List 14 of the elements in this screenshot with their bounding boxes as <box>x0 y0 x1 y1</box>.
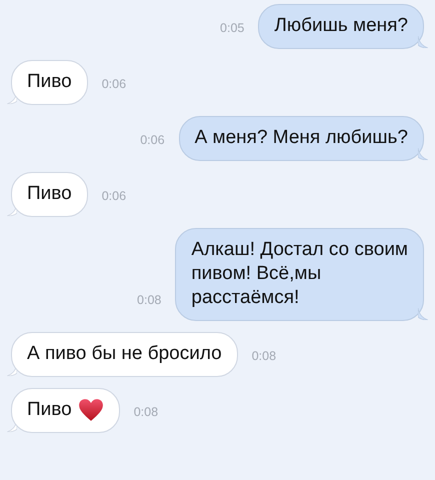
message-time: 0:05 <box>220 21 244 35</box>
message-time: 0:08 <box>134 405 158 419</box>
message-text: А пиво бы не бросило <box>27 342 222 366</box>
message-time: 0:06 <box>140 133 165 147</box>
message-text: Любишь меня? <box>274 14 408 38</box>
message-text: Пиво <box>27 70 72 94</box>
message-text: Пиво <box>27 182 72 206</box>
message-time: 0:08 <box>137 293 162 307</box>
message-text: А меня? Меня любишь? <box>194 126 408 150</box>
message-text: Пиво <box>27 398 72 422</box>
message-time: 0:06 <box>102 77 126 91</box>
message-text: Алкаш! Достал со своим пивом! Всё,мы расстаёмся! <box>191 238 408 310</box>
message-time: 0:08 <box>252 349 276 363</box>
message-time: 0:06 <box>102 189 126 203</box>
